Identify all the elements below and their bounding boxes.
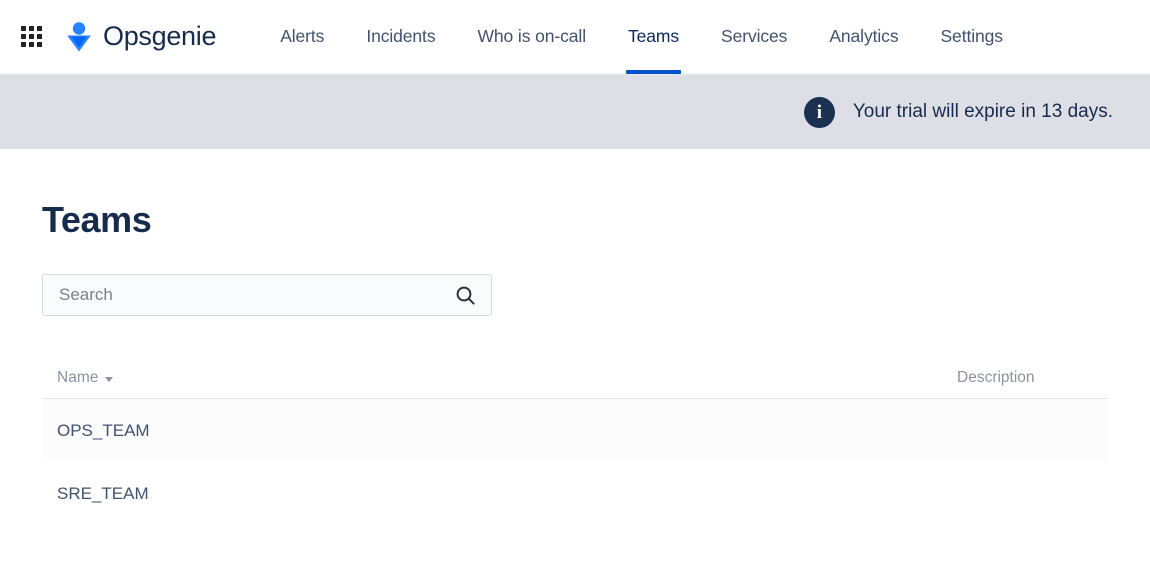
main-nav: Alerts Incidents Who is on-call Teams Se… [259,0,1024,74]
info-circle-icon: i [803,96,835,128]
search-icon[interactable] [453,283,477,307]
app-switcher-button[interactable] [14,20,48,54]
nav-item-label: Who is on-call [477,26,586,46]
nav-item-services[interactable]: Services [700,0,808,74]
nav-item-who-is-on-call[interactable]: Who is on-call [456,0,607,74]
nav-item-label: Incidents [366,26,436,46]
nav-item-label: Analytics [829,26,899,46]
nav-item-teams[interactable]: Teams [607,0,700,74]
nav-item-settings[interactable]: Settings [919,0,1023,74]
grid-apps-icon [20,26,42,47]
column-header-label: Description [957,369,1035,386]
search-box[interactable] [42,274,492,316]
sort-descending-icon [105,376,114,382]
nav-item-analytics[interactable]: Analytics [808,0,919,74]
nav-item-incidents[interactable]: Incidents [345,0,456,74]
nav-item-label: Settings [940,26,1003,46]
teams-table: Name Description OPS_TEAM SRE_TEAM [42,369,1108,525]
brand-name: Opsgenie [103,21,217,51]
cell-team-name: OPS_TEAM [57,420,150,440]
trial-banner: i Your trial will expire in 13 days. [0,74,1150,149]
main-content: Teams Name Description OPS_TEAM SRE_TEAM [0,149,1150,525]
nav-item-label: Teams [627,26,680,46]
search-input[interactable] [59,275,453,315]
table-row[interactable]: OPS_TEAM [42,399,1108,462]
trial-banner-content: i Your trial will expire in 13 days. [803,96,1113,128]
nav-item-alerts[interactable]: Alerts [259,0,345,74]
info-icon-glyph: i [816,101,822,123]
column-header-name[interactable]: Name [42,369,957,387]
column-header-label: Name [57,369,99,386]
cell-team-name: SRE_TEAM [57,483,149,503]
table-row[interactable]: SRE_TEAM [42,462,1108,525]
brand-home-link[interactable]: Opsgenie [64,20,216,54]
nav-item-label: Alerts [280,26,325,46]
top-navigation-bar: Opsgenie Alerts Incidents Who is on-call… [0,0,1150,74]
opsgenie-person-icon [64,20,94,54]
trial-banner-message: Your trial will expire in 13 days. [852,101,1113,122]
nav-item-label: Services [721,26,788,46]
table-header-row: Name Description [42,369,1108,399]
page-title: Teams [42,199,152,240]
column-header-description[interactable]: Description [957,369,1108,387]
